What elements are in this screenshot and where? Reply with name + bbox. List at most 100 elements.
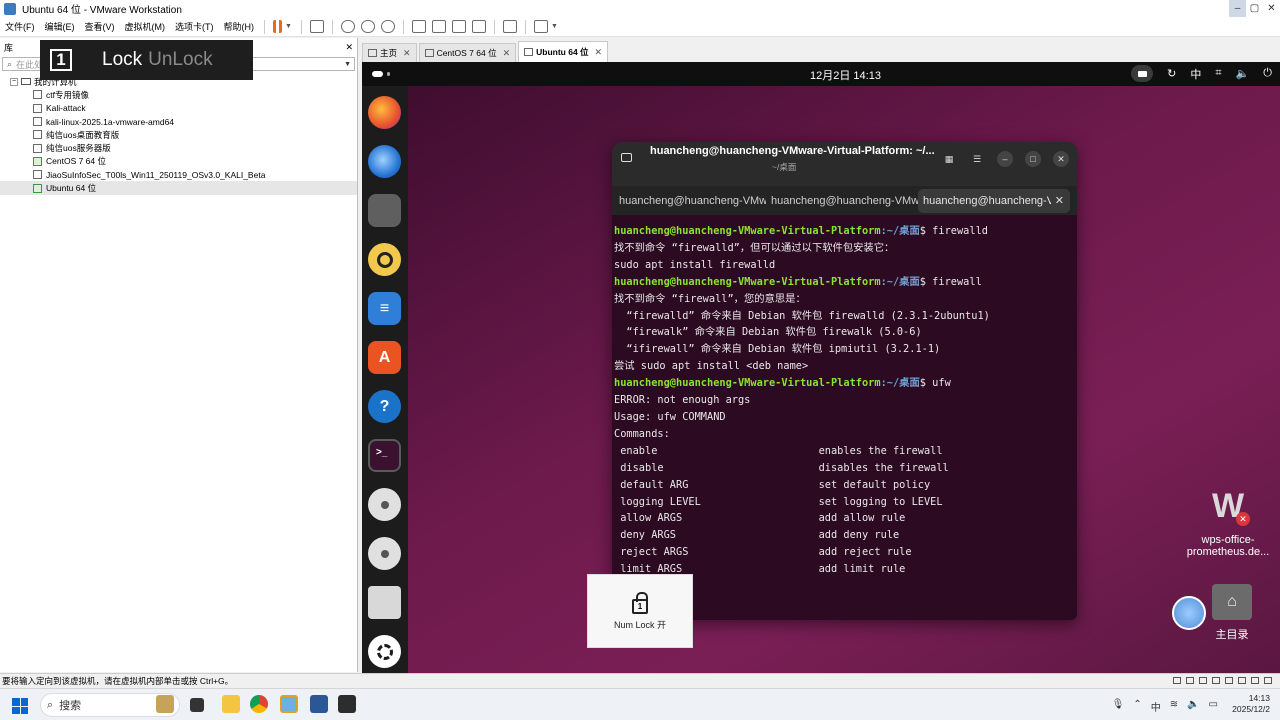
revert-snapshot-icon[interactable] [360,20,375,33]
tray-expand-icon[interactable]: ⌃ [1133,699,1141,714]
drive-icon[interactable] [368,586,401,619]
terminal-tab-active[interactable]: huancheng@huancheng-V ✕ [918,188,1070,213]
menu-help[interactable]: 帮助(H) [219,20,260,33]
printer-icon[interactable] [1238,677,1246,684]
activities-indicator[interactable] [372,71,390,77]
console-view-icon[interactable] [502,20,517,33]
task-view-icon[interactable] [190,698,204,712]
hdd-icon[interactable] [1173,677,1181,684]
tab-ubuntu[interactable]: Ubuntu 64 位 ✕ [518,41,609,62]
close-tab-icon[interactable]: ✕ [503,48,511,59]
tree-item-vm[interactable]: CentOS 7 64 位 [0,155,357,168]
chevron-down-icon[interactable]: ▼ [285,23,292,30]
sound-card-icon[interactable] [1225,677,1233,684]
cdrom-icon[interactable] [1186,677,1194,684]
word-icon[interactable] [310,695,328,713]
desktop-wps-file[interactable]: W ✕ wps-office- prometheus.de... [1180,488,1276,558]
hamburger-menu-icon[interactable]: ☰ [969,151,985,167]
tab-centos[interactable]: CentOS 7 64 位 ✕ [418,43,517,62]
desktop-home-folder[interactable]: ⌂ 主目录 [1204,584,1260,642]
minimize-icon[interactable]: – [997,151,1013,167]
help-icon[interactable]: ? [368,390,401,423]
power-icon[interactable]: ⏻ [1263,67,1272,80]
tree-item-vm[interactable]: Kali-attack [0,102,357,115]
disc-icon[interactable] [368,537,401,570]
chevron-down-icon[interactable]: ▼ [344,61,351,68]
close-library-icon[interactable]: ✕ [345,42,353,53]
menu-tabs[interactable]: 选项卡(T) [170,20,219,33]
chrome-icon[interactable] [250,695,268,713]
pause-icon[interactable] [273,20,282,33]
minimize-button[interactable]: – [1229,0,1246,17]
input-method-label[interactable]: 中 [1190,66,1201,82]
screen-recording-icon[interactable] [1131,65,1154,82]
terminal-output[interactable]: huancheng@huancheng-VMware-Virtual-Platf… [612,215,1077,578]
volume-icon[interactable]: 🔈 [1236,67,1250,80]
menu-edit[interactable]: 编辑(E) [40,20,80,33]
snapshot-icon[interactable] [340,20,355,33]
maximize-button[interactable]: ▢ [1246,0,1263,17]
display-icon[interactable] [1251,677,1259,684]
send-ctrl-alt-del-icon[interactable] [309,20,324,33]
speaker-icon[interactable]: 🔈 [1187,699,1199,714]
firefox-icon[interactable] [368,96,401,129]
menu-file[interactable]: 文件(F) [0,20,40,33]
lock-label[interactable]: Lock [102,49,142,71]
terminal-window[interactable]: huancheng@huancheng-VMware-Virtual-Platf… [612,142,1077,620]
unity-icon[interactable] [471,20,486,33]
taskbar-clock[interactable]: 14:13 2025/12/2 [1232,693,1270,715]
thumbnail-view-icon[interactable] [431,20,446,33]
file-explorer-icon[interactable] [222,695,240,713]
stretch-view-icon[interactable] [533,20,548,33]
tree-item-vm[interactable]: 纯信uos服务器版 [0,141,357,154]
menu-view[interactable]: 查看(V) [80,20,120,33]
refresh-icon[interactable]: ↻ [1167,67,1176,80]
terminal-tab[interactable]: huancheng@huancheng-VMw [614,189,766,213]
show-apps-icon[interactable] [368,635,401,668]
usb-icon[interactable] [1212,677,1220,684]
writer-icon[interactable]: ≡ [368,292,401,325]
wifi-icon[interactable]: ≋ [1170,699,1178,714]
chevron-down-icon[interactable]: ▼ [551,23,558,30]
close-tab-icon[interactable]: ✕ [1050,194,1064,207]
thunderbird-icon[interactable] [368,145,401,178]
tree-item-vm[interactable]: kali-linux-2025.1a-vmware-amd64 [0,115,357,128]
files-icon[interactable] [368,194,401,227]
close-icon[interactable]: ✕ [1053,151,1069,167]
snapshot-manager-icon[interactable] [380,20,395,33]
terminal-header[interactable]: huancheng@huancheng-VMware-Virtual-Platf… [612,142,1077,186]
message-icon[interactable] [1264,677,1272,684]
ime-icon[interactable]: 中 [1151,699,1161,714]
menu-vm[interactable]: 虚拟机(M) [120,20,171,33]
network-icon[interactable]: ⌗ [1215,67,1221,80]
library-view-icon[interactable] [411,20,426,33]
tree-item-vm[interactable]: ctf专用镜像 [0,88,357,101]
microphone-icon[interactable]: 🎙 [1112,699,1125,714]
close-tab-icon[interactable]: ✕ [403,48,411,59]
tab-home[interactable]: 主页 ✕ [362,43,417,62]
rhythmbox-icon[interactable] [368,243,401,276]
terminal-app-icon[interactable] [338,695,356,713]
collapse-icon[interactable]: − [10,77,18,86]
widget-icon[interactable] [156,695,174,713]
vmware-icon[interactable] [280,695,298,713]
close-window-button[interactable]: ✕ [1263,0,1280,17]
terminal-icon[interactable]: >_ [368,439,401,472]
maximize-icon[interactable]: □ [1025,151,1041,167]
windows-start-icon[interactable] [12,698,28,714]
tree-item-vm[interactable]: Ubuntu 64 位 [0,181,357,195]
tree-item-vm[interactable]: 纯信uos桌面教育版 [0,128,357,141]
vm-display[interactable]: 12月2日 14:13 ↻ 中 ⌗ 🔈 ⏻ ≡ A ? >_ huancheng… [362,62,1280,673]
top-bar-clock[interactable]: 12月2日 14:13 [810,67,881,83]
disc-icon[interactable] [368,488,401,521]
app-center-icon[interactable]: A [368,341,401,374]
tab-overview-icon[interactable]: ▦ [941,151,957,167]
network-adapter-icon[interactable] [1199,677,1207,684]
tree-item-vm[interactable]: JiaoSuInfoSec_T00ls_Win11_250119_OSv3.0_… [0,168,357,181]
new-tab-icon[interactable] [621,153,632,162]
fullscreen-icon[interactable] [451,20,466,33]
terminal-tab[interactable]: huancheng@huancheng-VMw [766,189,918,213]
close-tab-icon[interactable]: ✕ [595,47,603,58]
battery-icon[interactable]: ▭ [1209,699,1218,714]
unlock-label[interactable]: UnLock [148,49,212,71]
